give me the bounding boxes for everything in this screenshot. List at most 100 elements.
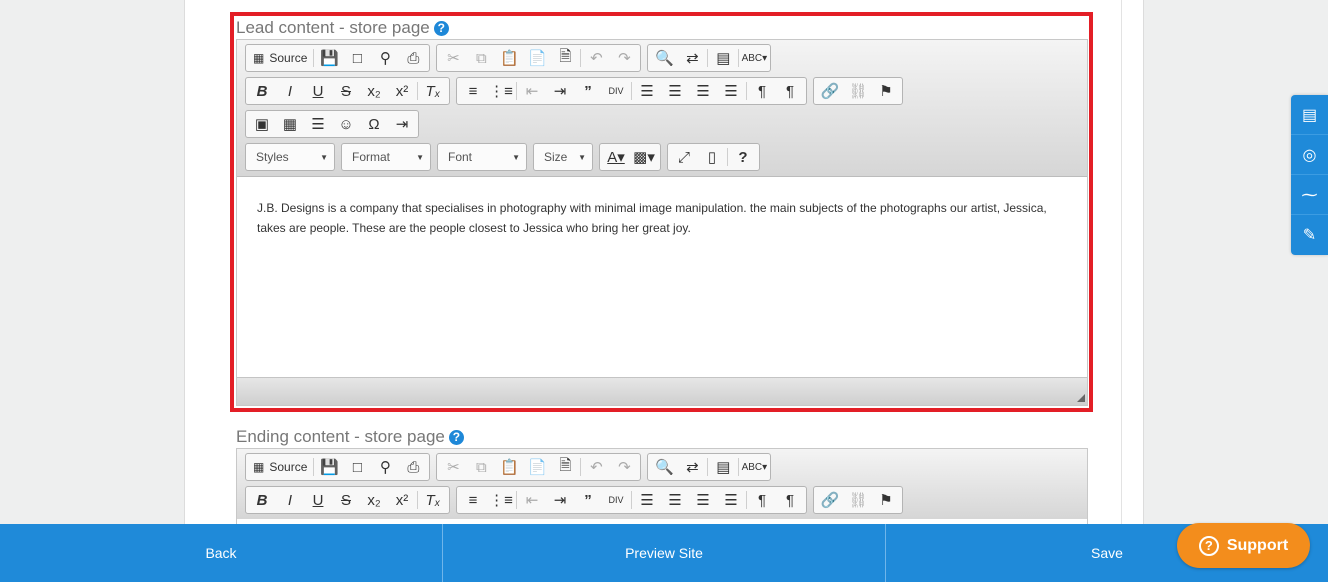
underline-icon[interactable]: U	[304, 79, 332, 103]
print-icon[interactable]: ⎙	[399, 455, 427, 479]
redo-icon[interactable]: ↷	[610, 455, 638, 479]
paste-text-icon[interactable]: 📄	[523, 46, 551, 70]
anchor-icon[interactable]: ⚑	[872, 79, 900, 103]
replace-icon[interactable]: ⇄	[678, 46, 706, 70]
paste-word-icon[interactable]: 🗎	[551, 46, 579, 70]
find-icon[interactable]: 🔍	[650, 46, 678, 70]
undo-icon[interactable]: ↶	[582, 455, 610, 479]
ending-help-icon[interactable]: ?	[448, 429, 464, 445]
remove-format-icon[interactable]: Tₓ	[419, 79, 447, 103]
underline-icon[interactable]: U	[304, 488, 332, 512]
strikethrough-icon[interactable]: S	[332, 79, 360, 103]
ltr-icon[interactable]: ¶	[748, 488, 776, 512]
remove-format-icon[interactable]: Tₓ	[419, 488, 447, 512]
cut-icon[interactable]: ✂	[439, 455, 467, 479]
copy-icon[interactable]: ⧉	[467, 46, 495, 70]
select-all-icon[interactable]: ▤	[709, 455, 737, 479]
ltr-icon[interactable]: ¶	[748, 79, 776, 103]
superscript-icon[interactable]: x²	[388, 488, 416, 512]
lead-help-icon[interactable]: ?	[433, 20, 449, 36]
anchor-icon[interactable]: ⚑	[872, 488, 900, 512]
select-all-icon[interactable]: ▤	[709, 46, 737, 70]
unlink-icon[interactable]: ⛓	[844, 488, 872, 512]
align-left-icon[interactable]: ☰	[633, 79, 661, 103]
align-right-icon[interactable]: ☰	[689, 488, 717, 512]
unlink-icon[interactable]: ⛓	[844, 79, 872, 103]
blockquote-icon[interactable]: ”	[574, 488, 602, 512]
source-button[interactable]: ▦ Source	[248, 455, 312, 479]
size-dropdown[interactable]: Size ▼	[533, 143, 593, 171]
paste-icon[interactable]: 📋	[495, 46, 523, 70]
indent-icon[interactable]: ⇥	[546, 488, 574, 512]
new-page-icon[interactable]: □	[343, 455, 371, 479]
strikethrough-icon[interactable]: S	[332, 488, 360, 512]
format-dropdown[interactable]: Format ▼	[341, 143, 431, 171]
support-button[interactable]: ? Support	[1177, 523, 1310, 568]
paste-word-icon[interactable]: 🗎	[551, 455, 579, 479]
justify-icon[interactable]: ☰	[717, 488, 745, 512]
background-color-icon[interactable]: ▩▾	[630, 145, 658, 169]
paste-icon[interactable]: 📋	[495, 455, 523, 479]
outdent-icon[interactable]: ⇤	[518, 79, 546, 103]
bulleted-list-icon[interactable]: ⋮≡	[487, 79, 515, 103]
align-right-icon[interactable]: ☰	[689, 79, 717, 103]
page-break-icon[interactable]: ⇥	[388, 112, 416, 136]
preview-site-button[interactable]: Preview Site	[443, 524, 886, 582]
div-icon[interactable]: DIV	[602, 488, 630, 512]
div-icon[interactable]: DIV	[602, 79, 630, 103]
image-icon[interactable]: ▣	[248, 112, 276, 136]
link-icon[interactable]: 🔗	[816, 488, 844, 512]
undo-icon[interactable]: ↶	[582, 46, 610, 70]
edit-icon[interactable]: ✎	[1291, 215, 1328, 255]
about-icon[interactable]: ?	[729, 145, 757, 169]
subscript-icon[interactable]: x₂	[360, 488, 388, 512]
new-page-icon[interactable]: □	[343, 46, 371, 70]
blockquote-icon[interactable]: ”	[574, 79, 602, 103]
lead-editor-content[interactable]: J.B. Designs is a company that specialis…	[237, 177, 1087, 377]
find-icon[interactable]: 🔍	[650, 455, 678, 479]
outdent-icon[interactable]: ⇤	[518, 488, 546, 512]
cut-icon[interactable]: ✂	[439, 46, 467, 70]
indent-icon[interactable]: ⇥	[546, 79, 574, 103]
italic-icon[interactable]: I	[276, 79, 304, 103]
book-icon[interactable]: ▤	[1291, 95, 1328, 135]
back-button[interactable]: Back	[0, 524, 443, 582]
table-icon[interactable]: ▦	[276, 112, 304, 136]
copy-icon[interactable]: ⧉	[467, 455, 495, 479]
rtl-icon[interactable]: ¶	[776, 79, 804, 103]
print-icon[interactable]: ⎙	[399, 46, 427, 70]
rss-icon[interactable]: ⁓	[1291, 175, 1328, 215]
redo-icon[interactable]: ↷	[610, 46, 638, 70]
align-left-icon[interactable]: ☰	[633, 488, 661, 512]
lifebuoy-icon[interactable]: ◎	[1291, 135, 1328, 175]
bold-icon[interactable]: B	[248, 79, 276, 103]
italic-icon[interactable]: I	[276, 488, 304, 512]
spellcheck-icon[interactable]: ABC▾	[740, 46, 768, 70]
paste-text-icon[interactable]: 📄	[523, 455, 551, 479]
horizontal-line-icon[interactable]: ☰	[304, 112, 332, 136]
align-center-icon[interactable]: ☰	[661, 488, 689, 512]
replace-icon[interactable]: ⇄	[678, 455, 706, 479]
bold-icon[interactable]: B	[248, 488, 276, 512]
bulleted-list-icon[interactable]: ⋮≡	[487, 488, 515, 512]
show-blocks-icon[interactable]: ▯	[698, 145, 726, 169]
maximize-icon[interactable]: ⤢	[670, 145, 698, 169]
justify-icon[interactable]: ☰	[717, 79, 745, 103]
preview-icon[interactable]: ⚲	[371, 455, 399, 479]
superscript-icon[interactable]: x²	[388, 79, 416, 103]
special-char-icon[interactable]: Ω	[360, 112, 388, 136]
resize-handle-icon[interactable]	[1077, 394, 1085, 402]
link-icon[interactable]: 🔗	[816, 79, 844, 103]
numbered-list-icon[interactable]: ≡	[459, 488, 487, 512]
align-center-icon[interactable]: ☰	[661, 79, 689, 103]
source-button[interactable]: ▦ Source	[248, 46, 312, 70]
save-icon[interactable]: 💾	[315, 46, 343, 70]
text-color-icon[interactable]: A▾	[602, 145, 630, 169]
rtl-icon[interactable]: ¶	[776, 488, 804, 512]
font-dropdown[interactable]: Font ▼	[437, 143, 527, 171]
preview-icon[interactable]: ⚲	[371, 46, 399, 70]
spellcheck-icon[interactable]: ABC▾	[740, 455, 768, 479]
subscript-icon[interactable]: x₂	[360, 79, 388, 103]
styles-dropdown[interactable]: Styles ▼	[245, 143, 335, 171]
smiley-icon[interactable]: ☺	[332, 112, 360, 136]
